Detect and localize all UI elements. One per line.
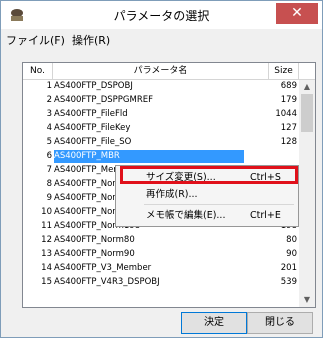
table-row[interactable]: 4 AS400FTP_FileKey 127: [23, 122, 299, 135]
table-row[interactable]: 3 AS400FTP_FileFld 1044: [23, 108, 299, 121]
table-row[interactable]: 12 AS400FTP_Norm80 80: [23, 234, 299, 247]
table-row-selected[interactable]: 6 AS400FTP_MBR: [23, 150, 299, 163]
table-row[interactable]: 2 AS400FTP_DSPPGMREF 179: [23, 94, 299, 107]
dialog-window: パラメータの選択 ✕ ファイル(F) 操作(R) No. パラメータ名 Size…: [0, 0, 323, 338]
highlight-box: [120, 166, 298, 184]
scroll-down-icon[interactable]: ▼: [299, 293, 315, 307]
column-no[interactable]: No.: [23, 63, 53, 79]
table-row[interactable]: 1 AS400FTP_DSPOBJ 689: [23, 80, 299, 93]
window-title: パラメータの選択: [113, 9, 210, 23]
table-row[interactable]: 13 AS400FTP_Norm90 90: [23, 248, 299, 261]
ok-button[interactable]: 決定: [181, 312, 247, 334]
close-dialog-button[interactable]: 閉じる: [247, 312, 313, 334]
scroll-up-icon[interactable]: ▲: [299, 80, 315, 94]
table-row[interactable]: 5 AS400FTP_File_SO 128: [23, 136, 299, 149]
vertical-scrollbar[interactable]: ▲ ▼: [299, 80, 315, 307]
close-button[interactable]: ✕: [276, 3, 318, 24]
menu-item-recreate[interactable]: 再作成(R)...: [116, 186, 298, 203]
table-row[interactable]: 15 AS400FTP_V4R3_DSPOBJ 539: [23, 276, 299, 289]
list-header: No. パラメータ名 Size: [23, 63, 315, 80]
table-row[interactable]: 14 AS400FTP_V3_Member 201: [23, 262, 299, 275]
menu-item-edit-notepad[interactable]: メモ帳で編集(E)... Ctrl+E: [116, 207, 298, 224]
title-bar: パラメータの選択 ✕: [1, 1, 322, 29]
menu-bar: ファイル(F) 操作(R): [1, 29, 322, 49]
column-size[interactable]: Size: [269, 63, 299, 79]
scroll-thumb[interactable]: [301, 94, 313, 132]
menu-file[interactable]: ファイル(F): [6, 32, 65, 48]
menu-operation[interactable]: 操作(R): [72, 32, 110, 48]
column-name[interactable]: パラメータ名: [53, 63, 269, 79]
menu-separator: [144, 204, 294, 205]
